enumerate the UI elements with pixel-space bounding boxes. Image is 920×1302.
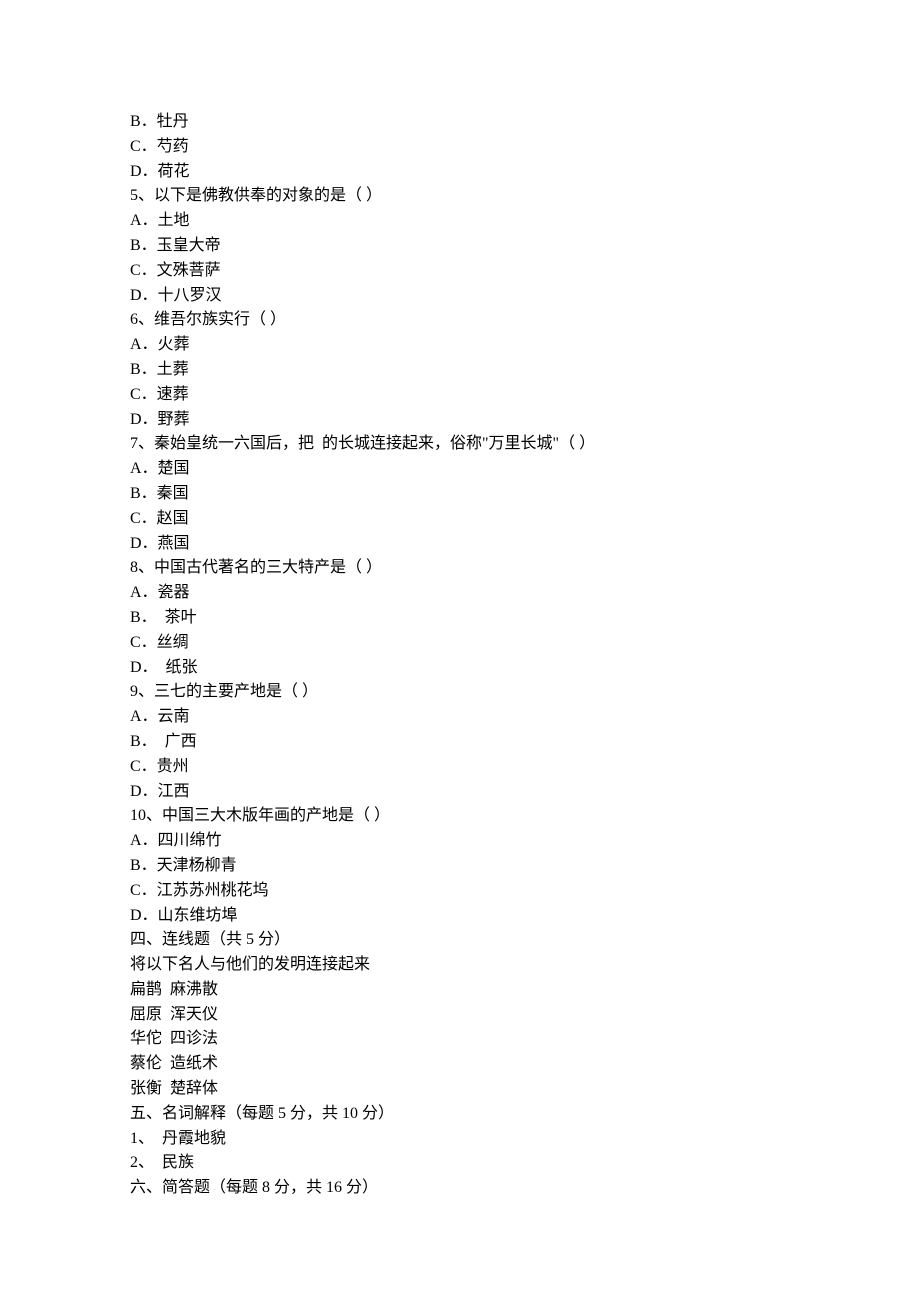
q6-option-a: A．火葬 (130, 333, 790, 358)
section4-pair-2: 华佗 四诊法 (130, 1027, 790, 1052)
section4-pair-3: 蔡伦 造纸术 (130, 1052, 790, 1077)
q8-option-c: C．丝绸 (130, 631, 790, 656)
section4-pair-4: 张衡 楚辞体 (130, 1077, 790, 1102)
q4-option-b: B．牡丹 (130, 110, 790, 135)
q5-option-b: B．玉皇大帝 (130, 234, 790, 259)
q9-option-c: C．贵州 (130, 755, 790, 780)
q8-option-d: D． 纸张 (130, 656, 790, 681)
q10-option-a: A．四川绵竹 (130, 829, 790, 854)
q7-option-c: C．赵国 (130, 507, 790, 532)
section5-title: 五、名词解释（每题 5 分，共 10 分） (130, 1102, 790, 1127)
q6-option-d: D．野葬 (130, 408, 790, 433)
q5-stem: 5、以下是佛教供奉的对象的是（ ） (130, 184, 790, 209)
q6-stem: 6、维吾尔族实行（ ） (130, 308, 790, 333)
q10-option-d: D．山东维坊埠 (130, 904, 790, 929)
q8-option-b: B． 茶叶 (130, 606, 790, 631)
q5-option-c: C．文殊菩萨 (130, 259, 790, 284)
section4-pair-0: 扁鹊 麻沸散 (130, 978, 790, 1003)
q5-option-d: D．十八罗汉 (130, 284, 790, 309)
section4-pair-1: 屈原 浑天仪 (130, 1003, 790, 1028)
q10-option-b: B．天津杨柳青 (130, 854, 790, 879)
q7-option-d: D．燕国 (130, 532, 790, 557)
q8-stem: 8、中国古代著名的三大特产是（ ） (130, 556, 790, 581)
q9-option-a: A．云南 (130, 705, 790, 730)
q10-stem: 10、中国三大木版年画的产地是（ ） (130, 804, 790, 829)
q5-option-a: A．土地 (130, 209, 790, 234)
q9-option-b: B． 广西 (130, 730, 790, 755)
q8-option-a: A．瓷器 (130, 581, 790, 606)
section5-item-0: 1、 丹霞地貌 (130, 1127, 790, 1152)
section6-title: 六、简答题（每题 8 分，共 16 分） (130, 1176, 790, 1201)
q4-option-c: C．芍药 (130, 135, 790, 160)
q7-option-a: A．楚国 (130, 457, 790, 482)
q7-option-b: B．秦国 (130, 482, 790, 507)
q6-option-b: B．土葬 (130, 358, 790, 383)
q9-option-d: D．江西 (130, 780, 790, 805)
section4-instruction: 将以下名人与他们的发明连接起来 (130, 953, 790, 978)
section4-title: 四、连线题（共 5 分） (130, 928, 790, 953)
q4-option-d: D．荷花 (130, 160, 790, 185)
q6-option-c: C．速葬 (130, 383, 790, 408)
q9-stem: 9、三七的主要产地是（ ） (130, 680, 790, 705)
q7-stem: 7、秦始皇统一六国后，把 的长城连接起来，俗称"万里长城"（ ） (130, 432, 790, 457)
q10-option-c: C．江苏苏州桃花坞 (130, 879, 790, 904)
section5-item-1: 2、 民族 (130, 1151, 790, 1176)
